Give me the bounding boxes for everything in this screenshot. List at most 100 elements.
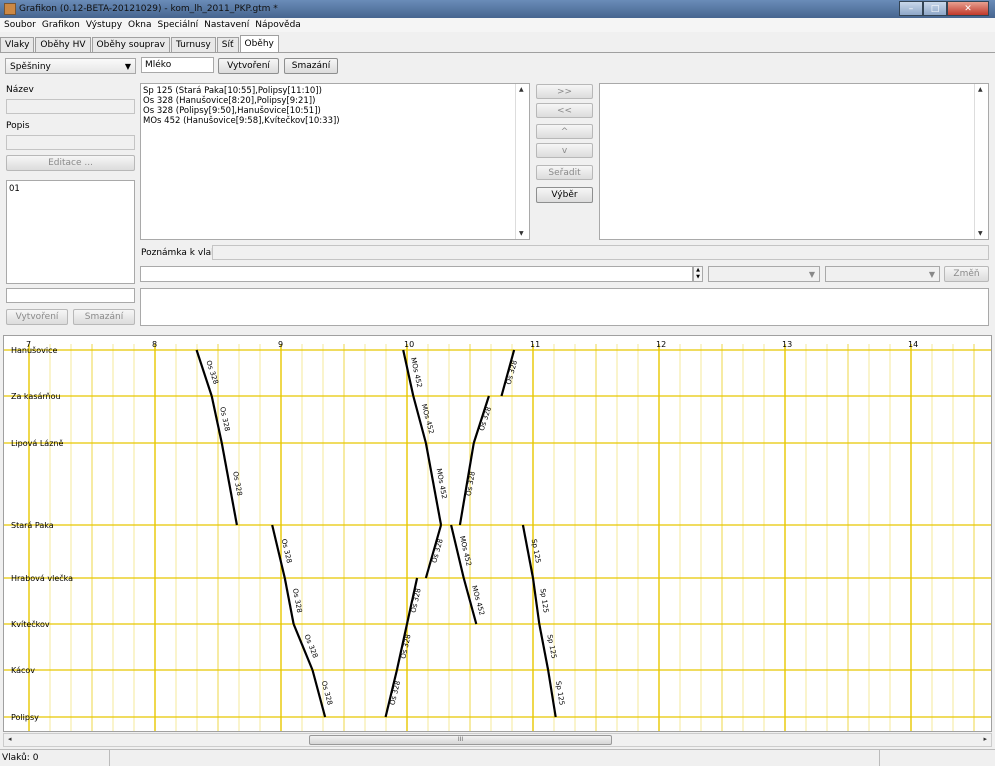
train-label: Os 328 xyxy=(291,588,304,614)
station-label: Hrabová vlečka xyxy=(11,573,73,583)
scroll-left-icon[interactable]: ◂ xyxy=(8,735,12,743)
station-label: Polipsy xyxy=(11,713,39,722)
info-area[interactable] xyxy=(140,288,989,326)
scroll-right-icon[interactable]: ▸ xyxy=(983,735,987,743)
chevron-down-icon: ▼ xyxy=(808,270,815,279)
tab-obehy[interactable]: Oběhy xyxy=(239,35,279,52)
train-graph-svg[interactable]: 7 8 9 10 11 12 13 14HanušoviceZa kasárňouLipová… xyxy=(4,336,991,731)
time-input[interactable] xyxy=(140,266,693,282)
menu-grafikon[interactable]: Grafikon xyxy=(42,20,80,30)
select-button[interactable]: Výběr xyxy=(536,187,593,203)
train-segment xyxy=(521,524,535,579)
circulation-trains-list[interactable]: ▲ ▼ xyxy=(599,83,989,240)
window-title: Grafikon (0.12-BETA-20121029) - kom_lh_2… xyxy=(19,4,278,14)
tab-turnusy[interactable]: Turnusy xyxy=(170,37,216,52)
new-circulation-input[interactable] xyxy=(6,288,135,303)
create-button[interactable]: Vytvoření xyxy=(218,58,279,74)
train-label: Os 328 xyxy=(410,588,423,614)
hour-label: 12 xyxy=(656,340,666,349)
menu-soubor[interactable]: Soubor xyxy=(4,20,36,30)
tab-vlaky[interactable]: Vlaky xyxy=(0,37,35,52)
station-label: Za kasárňou xyxy=(11,391,61,401)
train-label: Sp 125 xyxy=(545,634,557,660)
scroll-up-icon[interactable]: ▲ xyxy=(519,86,524,93)
train-label: MOs 452 xyxy=(435,468,448,500)
tab-obehy-hv[interactable]: Oběhy HV xyxy=(35,37,91,52)
edit-button[interactable]: Editace ... xyxy=(6,155,135,171)
train-label: Os 328 xyxy=(218,406,231,432)
minimize-button[interactable]: – xyxy=(899,1,923,16)
chevron-down-icon: ▼ xyxy=(124,62,131,71)
scroll-up-icon[interactable]: ▲ xyxy=(978,86,983,93)
list-item[interactable]: MOs 452 (Hanušovice[9:58],Kvítečkov[10:3… xyxy=(141,116,529,126)
type-combo[interactable]: Spěšniny ▼ xyxy=(5,58,136,74)
train-segment xyxy=(210,395,223,444)
name-field[interactable] xyxy=(6,99,135,114)
station-label: Lipová Lázně xyxy=(11,439,63,448)
hour-label: 11 xyxy=(530,340,540,349)
list-item[interactable]: 01 xyxy=(7,184,134,194)
description-label: Popis xyxy=(6,121,30,131)
hour-label: 13 xyxy=(782,340,792,349)
train-label: Os 328 xyxy=(399,634,412,660)
trains-list[interactable]: Sp 125 (Stará Paka[10:55],Polipsy[11:10]… xyxy=(140,83,530,240)
station-label: Kvítečkov xyxy=(11,619,50,629)
hour-label: 9 xyxy=(278,340,283,349)
menu-vystupy[interactable]: Výstupy xyxy=(86,20,122,30)
trains-count: Vlaků: 0 xyxy=(0,750,110,766)
menu-napoveda[interactable]: Nápověda xyxy=(255,20,301,30)
tab-bar: Vlaky Oběhy HV Oběhy souprav Turnusy Síť… xyxy=(0,35,280,52)
train-segment xyxy=(531,577,541,625)
scroll-thumb[interactable]: III xyxy=(309,735,612,745)
left-create-button[interactable]: Vytvoření xyxy=(6,309,68,325)
train-label: Sp 125 xyxy=(530,538,542,564)
to-station-combo[interactable]: ▼ xyxy=(825,266,940,282)
list-item[interactable]: Os 328 (Polipsy[9:50],Hanušovice[10:51]) xyxy=(141,106,529,116)
time-spinner[interactable]: ▲ ▼ xyxy=(693,266,703,282)
station-label: Hanušovice xyxy=(11,345,57,355)
menu-nastaveni[interactable]: Nastavení xyxy=(204,20,249,30)
train-label: Os 328 xyxy=(465,471,477,497)
tab-sit[interactable]: Síť xyxy=(216,37,239,52)
description-field[interactable] xyxy=(6,135,135,150)
train-label: Os 328 xyxy=(302,633,319,659)
scroll-down-icon[interactable]: ▼ xyxy=(978,230,983,237)
scroll-down-icon[interactable]: ▼ xyxy=(519,230,524,237)
train-graph[interactable]: 7 8 9 10 11 12 13 14 Hanušovice Za kasárňou Lipová… xyxy=(3,335,992,732)
left-delete-button[interactable]: Smazání xyxy=(73,309,135,325)
list-item[interactable]: Os 328 (Hanušovice[8:20],Polipsy[9:21]) xyxy=(141,96,529,106)
menu-specialni[interactable]: Speciální xyxy=(158,20,199,30)
train-label: Os 328 xyxy=(430,538,444,564)
remove-train-button[interactable]: << xyxy=(536,103,593,118)
train-note-field[interactable] xyxy=(212,245,989,260)
menu-okna[interactable]: Okna xyxy=(128,20,152,30)
train-label: Sp 125 xyxy=(539,588,550,613)
circulation-name-input[interactable]: Mléko xyxy=(141,57,214,73)
train-label: Os 328 xyxy=(389,680,403,706)
train-label: Os 328 xyxy=(505,359,519,385)
train-label: Sp 125 xyxy=(554,680,566,705)
graph-horizontal-scrollbar[interactable]: ◂ III ▸ xyxy=(3,733,992,747)
train-segment xyxy=(547,669,557,718)
move-down-button[interactable]: v xyxy=(536,143,593,158)
sort-button[interactable]: Seřadit xyxy=(536,165,593,180)
menu-bar: Soubor Grafikon Výstupy Okna Speciální N… xyxy=(0,18,995,32)
tab-obehy-souprav[interactable]: Oběhy souprav xyxy=(91,37,170,52)
maximize-button[interactable]: □ xyxy=(923,1,947,16)
circulation-list[interactable]: 01 xyxy=(6,180,135,284)
status-message xyxy=(110,750,880,766)
circulation-trains-scrollbar[interactable]: ▲ ▼ xyxy=(974,84,988,239)
station-label: Stará Paka xyxy=(11,521,54,530)
train-label: Os 328 xyxy=(231,471,243,497)
add-train-button[interactable]: >> xyxy=(536,84,593,99)
close-button[interactable]: ✕ xyxy=(947,1,989,16)
change-button[interactable]: Změň xyxy=(944,266,989,282)
from-station-combo[interactable]: ▼ xyxy=(708,266,820,282)
delete-button[interactable]: Smazání xyxy=(284,58,338,74)
chevron-down-icon: ▼ xyxy=(928,270,935,279)
status-bar: Vlaků: 0 xyxy=(0,749,995,766)
move-up-button[interactable]: ^ xyxy=(536,124,593,139)
list-item[interactable]: Sp 125 (Stará Paka[10:55],Polipsy[11:10]… xyxy=(141,86,529,96)
train-segment xyxy=(538,623,550,671)
trains-list-scrollbar[interactable]: ▲ ▼ xyxy=(515,84,529,239)
